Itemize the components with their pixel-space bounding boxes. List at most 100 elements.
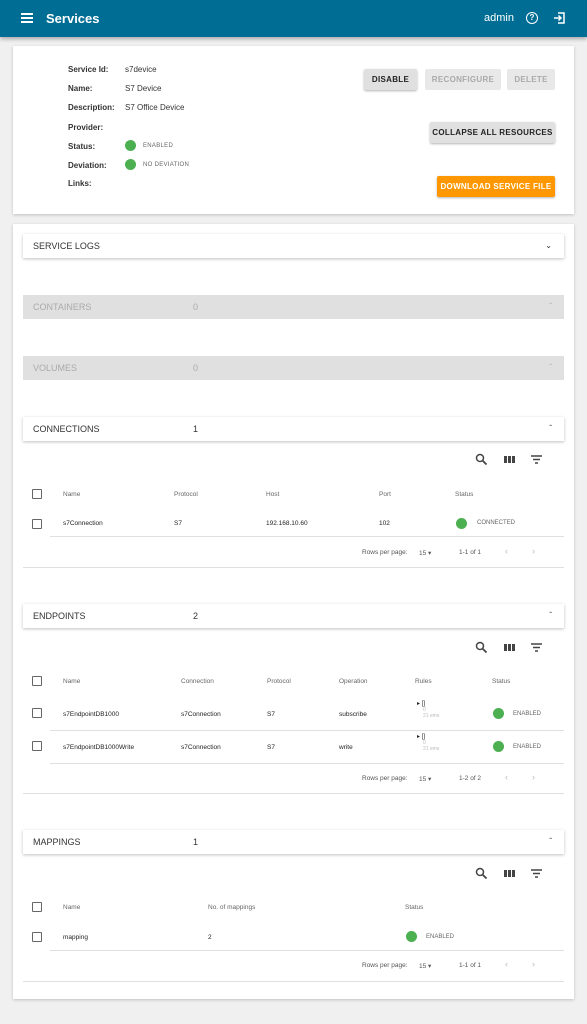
cell-protocol: S7: [267, 711, 275, 718]
chevron-right-icon[interactable]: ›: [532, 959, 535, 969]
row-divider: [50, 536, 564, 537]
col-header-status[interactable]: Status: [405, 904, 423, 911]
cell-name[interactable]: s7EndpointDB1000: [63, 711, 119, 718]
columns-icon[interactable]: [503, 453, 516, 466]
help-icon[interactable]: ?: [526, 12, 538, 24]
cell-status: ENABLED: [513, 711, 542, 717]
select-all-checkbox[interactable]: [32, 489, 42, 499]
row-checkbox[interactable]: [32, 708, 42, 718]
app-bar: Services admin ?: [0, 0, 587, 37]
logout-icon[interactable]: [553, 12, 565, 24]
menu-icon[interactable]: [21, 13, 33, 23]
select-all-checkbox[interactable]: [32, 676, 42, 686]
deviation-dot: [125, 159, 136, 170]
row-divider: [50, 763, 564, 764]
col-header-name[interactable]: Name: [63, 678, 80, 685]
search-icon[interactable]: [475, 641, 488, 654]
columns-icon[interactable]: [503, 867, 516, 880]
section-volumes[interactable]: VOLUMES 0 ˆ: [23, 356, 564, 380]
section-endpoints[interactable]: ENDPOINTS 2 ˆ: [23, 604, 564, 628]
download-service-file-button[interactable]: DOWNLOAD SERVICE FILE: [437, 176, 555, 197]
cell-rules[interactable]: ▸ [] 0 21 ems: [417, 733, 439, 752]
cell-name[interactable]: mapping: [63, 934, 88, 941]
cell-connection: s7Connection: [181, 744, 221, 751]
search-icon[interactable]: [475, 867, 488, 880]
row-checkbox[interactable]: [32, 519, 42, 529]
cell-rules[interactable]: ▸ [] 0 21 ems: [417, 700, 439, 719]
chevron-left-icon[interactable]: ‹: [505, 959, 508, 969]
chevron-up-icon: ˆ: [549, 302, 552, 311]
section-service-logs[interactable]: SERVICE LOGS ⌄: [23, 234, 564, 258]
row-checkbox[interactable]: [32, 932, 42, 942]
col-header-connection[interactable]: Connection: [181, 678, 214, 685]
user-name[interactable]: admin: [484, 12, 514, 24]
section-connections[interactable]: CONNECTIONS 1 ˆ: [23, 417, 564, 441]
columns-icon[interactable]: [503, 641, 516, 654]
col-header-name[interactable]: Name: [63, 491, 80, 498]
chevron-left-icon[interactable]: ‹: [505, 546, 508, 556]
status-dot: [493, 708, 504, 719]
section-divider: [23, 793, 564, 794]
chevron-down-icon[interactable]: ⌄: [545, 241, 552, 250]
rows-per-page-label: Rows per page:: [362, 549, 408, 556]
col-header-port[interactable]: Port: [379, 491, 391, 498]
col-header-status[interactable]: Status: [492, 678, 510, 685]
chevron-up-icon[interactable]: ˆ: [549, 424, 552, 433]
cell-mapping-count: 2: [208, 934, 212, 941]
reconfigure-button[interactable]: RECONFIGURE: [425, 69, 501, 90]
cell-status: ENABLED: [426, 934, 455, 940]
rows-per-page-select[interactable]: 15 ▾: [419, 962, 431, 970]
section-containers[interactable]: CONTAINERS 0 ˆ: [23, 295, 564, 319]
filter-icon[interactable]: [530, 453, 543, 466]
col-header-host[interactable]: Host: [266, 491, 279, 498]
service-info-card: Service Id: s7device Name: S7 Device Des…: [13, 46, 574, 214]
section-divider: [23, 567, 564, 568]
collapse-all-resources-button[interactable]: COLLAPSE ALL RESOURCES: [430, 122, 555, 143]
cell-name[interactable]: s7EndpointDB1000Write: [63, 744, 134, 751]
row-divider: [50, 950, 564, 951]
cell-name[interactable]: s7Connection: [63, 520, 103, 527]
expand-arrow-icon[interactable]: ▸: [417, 701, 420, 707]
dropdown-arrow-icon: ▾: [428, 550, 432, 557]
disable-button[interactable]: DISABLE: [364, 69, 417, 90]
col-header-name[interactable]: Name: [63, 904, 80, 911]
chevron-right-icon[interactable]: ›: [532, 772, 535, 782]
section-mappings[interactable]: MAPPINGS 1 ˆ: [23, 830, 564, 854]
filter-icon[interactable]: [530, 867, 543, 880]
col-header-protocol[interactable]: Protocol: [174, 491, 198, 498]
status-dot: [456, 518, 467, 529]
rows-per-page-label: Rows per page:: [362, 775, 408, 782]
chevron-up-icon[interactable]: ˆ: [549, 611, 552, 620]
resources-card: SERVICE LOGS ⌄ CONTAINERS 0 ˆ VOLUMES 0 …: [13, 224, 574, 999]
status-dot: [125, 140, 136, 151]
dropdown-arrow-icon: ▾: [428, 776, 432, 783]
cell-connection: s7Connection: [181, 711, 221, 718]
search-icon[interactable]: [475, 453, 488, 466]
rows-per-page-select[interactable]: 15 ▾: [419, 775, 431, 783]
delete-button[interactable]: DELETE: [507, 69, 555, 90]
page-range: 1-1 of 1: [459, 549, 482, 556]
col-header-protocol[interactable]: Protocol: [267, 678, 291, 685]
col-header-rules[interactable]: Rules: [415, 678, 432, 685]
row-checkbox[interactable]: [32, 741, 42, 751]
chevron-left-icon[interactable]: ‹: [505, 772, 508, 782]
cell-protocol: S7: [174, 520, 182, 527]
col-header-status[interactable]: Status: [455, 491, 473, 498]
section-divider: [23, 981, 564, 982]
col-header-no-of-mappings[interactable]: No. of mappings: [208, 904, 255, 911]
chevron-right-icon[interactable]: ›: [532, 546, 535, 556]
page-range: 1-2 of 2: [459, 775, 482, 782]
cell-port: 102: [379, 520, 390, 527]
rows-per-page-select[interactable]: 15 ▾: [419, 549, 431, 557]
page-title: Services: [46, 11, 100, 26]
dropdown-arrow-icon: ▾: [428, 963, 432, 970]
expand-arrow-icon[interactable]: ▸: [417, 734, 420, 740]
chevron-up-icon[interactable]: ˆ: [549, 837, 552, 846]
rows-per-page-label: Rows per page:: [362, 962, 408, 969]
chevron-up-icon: ˆ: [549, 363, 552, 372]
cell-host: 192.168.10.60: [266, 520, 308, 527]
select-all-checkbox[interactable]: [32, 902, 42, 912]
filter-icon[interactable]: [530, 641, 543, 654]
row-divider: [50, 730, 564, 731]
col-header-operation[interactable]: Operation: [339, 678, 368, 685]
